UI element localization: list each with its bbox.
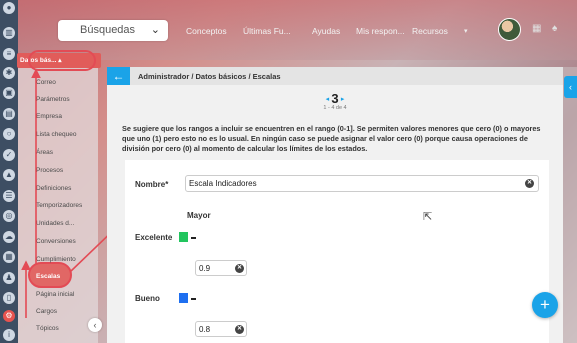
nav-recursos[interactable]: Recursos — [412, 26, 448, 36]
panel-header: ← Administrador / Datos básicos / Escala… — [107, 67, 563, 85]
cloud-icon[interactable]: ☁ — [3, 231, 15, 243]
admin-gear-icon[interactable]: ⚙ — [3, 310, 15, 322]
calendar-icon[interactable]: ▦ — [532, 24, 542, 34]
nav-mis-responsabilidades[interactable]: Mis respon... — [356, 26, 405, 36]
sidebar-item-conversiones[interactable]: Conversiones — [36, 238, 76, 245]
highlight-header — [28, 50, 96, 71]
sidebar-item-cargos[interactable]: Cargos — [36, 308, 57, 315]
sidebar-item-correo[interactable]: Correo — [36, 79, 56, 86]
collapse-sidebar-button[interactable]: ‹ — [88, 318, 102, 332]
excelente-value: 0.9 — [199, 264, 211, 273]
next-record-icon[interactable]: ▸ — [341, 96, 345, 103]
info-icon[interactable]: i — [3, 329, 15, 341]
sidebar-item-empresa[interactable]: Empresa — [36, 113, 62, 120]
people-icon[interactable]: ♟ — [3, 272, 15, 284]
avatar[interactable] — [498, 18, 521, 41]
tablet-icon[interactable]: ▯ — [3, 292, 15, 304]
name-value: Escala Indicadores — [189, 179, 257, 188]
right-scrollbar[interactable] — [563, 67, 577, 343]
chevron-down-icon: ⌄ — [150, 24, 160, 36]
excelente-value-field[interactable]: 0.9 ✕ — [195, 260, 247, 276]
column-header-mayor: Mayor — [187, 211, 211, 220]
search-dropdown[interactable]: Búsquedas ⌄ — [58, 20, 168, 41]
user-icon[interactable]: ● — [3, 2, 15, 14]
clear-bueno-icon[interactable]: ✕ — [235, 325, 244, 334]
color-swatch-green[interactable] — [179, 232, 188, 242]
sidebar-item-pagina-inicial[interactable]: Página inicial — [36, 291, 74, 298]
dash-excelente — [191, 237, 196, 239]
sidebar-item-cumplimiento[interactable]: Cumplimiento — [36, 256, 76, 263]
sidebar-item-escalas[interactable]: Escalas — [36, 273, 60, 280]
sidebar-item-parametros[interactable]: Parámetros — [36, 96, 70, 103]
back-button[interactable]: ← — [107, 67, 130, 85]
list-icon[interactable]: ☰ — [3, 190, 15, 202]
row-label-bueno: Bueno — [135, 294, 160, 303]
sidebar-item-temporizadores[interactable]: Temporizadores — [36, 202, 82, 209]
sidebar-item-lista-chequeo[interactable]: Lista chequeo — [36, 131, 76, 138]
sidebar-item-areas[interactable]: Áreas — [36, 149, 53, 156]
bueno-value: 0.8 — [199, 325, 211, 334]
breadcrumb: Administrador / Datos básicos / Escalas — [138, 72, 281, 81]
pager-current: 3 — [331, 91, 339, 106]
main-panel: ← Administrador / Datos básicos / Escala… — [107, 67, 563, 343]
dash-bueno — [191, 298, 196, 300]
record-pager: ◂ 3 ▸ 1 - 4 de 4 — [107, 91, 563, 111]
sidebar-item-topicos[interactable]: Tópicos — [36, 325, 59, 332]
name-label: Nombre* — [135, 180, 169, 189]
check-icon[interactable]: ✓ — [3, 149, 15, 161]
clear-name-icon[interactable]: ✕ — [525, 179, 534, 188]
icon-rail: ● ▥ ≡ ✱ ▣ ▤ ○ ✓ ▲ ☰ ◎ ☁ ▦ ♟ ▯ ⚙ i — [0, 0, 18, 343]
board-icon[interactable]: ▣ — [3, 87, 15, 99]
chart-icon[interactable]: ▥ — [3, 27, 15, 39]
target-icon[interactable]: ◎ — [3, 210, 15, 222]
sidebar-item-unidades[interactable]: Unidades d... — [36, 220, 74, 227]
menu-icon[interactable]: ≡ — [3, 48, 15, 60]
nav-more-icon[interactable]: ▾ — [464, 27, 468, 35]
calendar-icon[interactable]: ▦ — [3, 251, 15, 263]
right-panel-toggle[interactable]: ‹ — [564, 76, 577, 98]
nav-ayudas[interactable]: Ayudas — [312, 26, 340, 36]
warning-icon[interactable]: ▲ — [3, 169, 15, 181]
row-label-excelente: Excelente — [135, 233, 173, 242]
document-icon[interactable]: ▤ — [3, 108, 15, 120]
sidebar-item-procesos[interactable]: Procesos — [36, 167, 63, 174]
name-field[interactable]: Escala Indicadores ✕ — [185, 175, 539, 192]
nav-conceptos[interactable]: Conceptos — [186, 26, 227, 36]
color-swatch-blue[interactable] — [179, 293, 188, 303]
settings-icon[interactable]: ✱ — [3, 67, 15, 79]
bueno-value-field[interactable]: 0.8 ✕ — [195, 321, 247, 337]
circle-icon[interactable]: ○ — [3, 128, 15, 140]
clear-excelente-icon[interactable]: ✕ — [235, 264, 244, 273]
mouse-cursor-icon: ⇱ — [423, 211, 433, 223]
nav-ultimas[interactable]: Últimas Fu... — [243, 26, 291, 36]
bell-icon[interactable]: ♠ — [552, 24, 562, 34]
range-notice: Se sugiere que los rangos a incluir se e… — [122, 124, 541, 153]
top-bar: Búsquedas ⌄ Conceptos Últimas Fu... Ayud… — [18, 0, 577, 60]
sidebar-item-definiciones[interactable]: Definiciones — [36, 185, 71, 192]
pager-summary: 1 - 4 de 4 — [323, 105, 347, 111]
search-label: Búsquedas — [80, 24, 136, 36]
add-button[interactable]: + — [532, 292, 558, 318]
form-card: Nombre* Escala Indicadores ✕ Mayor Excel… — [125, 160, 549, 343]
prev-record-icon[interactable]: ◂ — [326, 96, 330, 103]
